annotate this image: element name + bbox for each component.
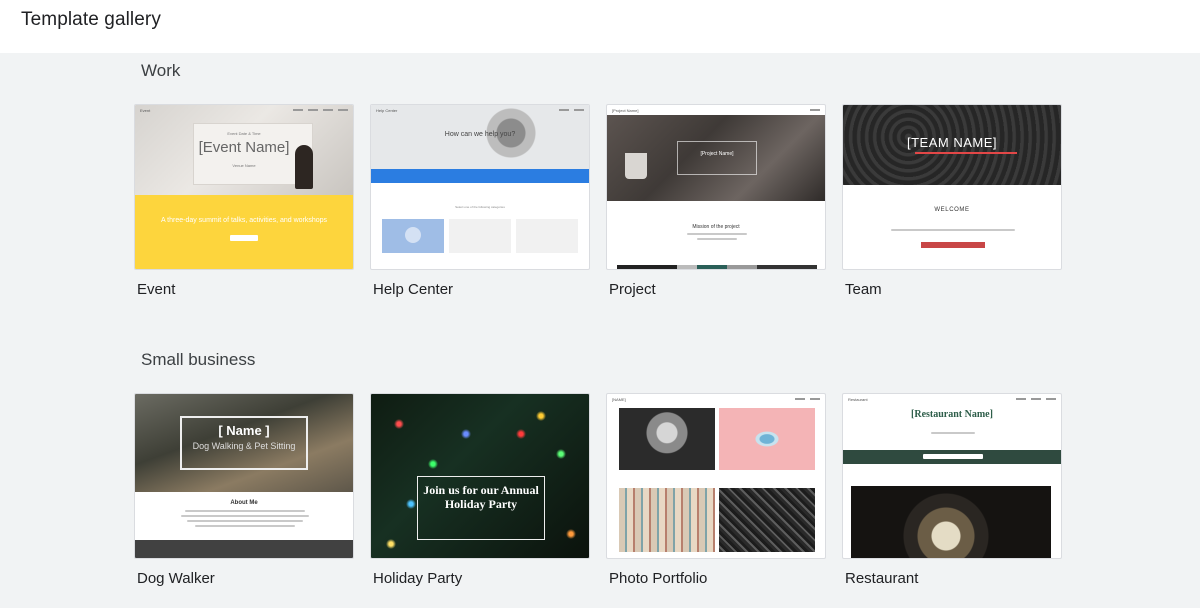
template-thumbnail-photo-portfolio[interactable]: [NAME] bbox=[606, 393, 826, 559]
preview-button bbox=[230, 235, 258, 241]
preview-about: About Me bbox=[230, 500, 258, 506]
template-thumbnail-team[interactable]: [TEAM NAME] WELCOME bbox=[842, 104, 1062, 270]
preview-button bbox=[921, 242, 985, 248]
section-title-work: Work bbox=[141, 61, 181, 80]
template-label: Photo Portfolio bbox=[609, 570, 708, 587]
template-label: Event bbox=[137, 281, 176, 298]
preview-photo bbox=[851, 486, 1051, 558]
template-card-restaurant[interactable]: Restaurant [Restaurant Name] Restaurant bbox=[842, 393, 1062, 587]
template-card-team[interactable]: [TEAM NAME] WELCOME Team bbox=[842, 104, 1062, 298]
template-label: Team bbox=[845, 281, 882, 298]
page-title: Template gallery bbox=[21, 9, 161, 30]
template-label: Dog Walker bbox=[137, 570, 215, 587]
preview-nav: [Project Name] bbox=[607, 105, 825, 115]
template-thumbnail-dog-walker[interactable]: [ Name ] Dog Walking & Pet Sitting About… bbox=[134, 393, 354, 559]
preview-welcome: WELCOME bbox=[934, 207, 970, 213]
preview-title: [Project Name] bbox=[700, 151, 734, 157]
preview-photo bbox=[619, 408, 715, 470]
preview-photo bbox=[719, 408, 815, 470]
template-thumbnail-restaurant[interactable]: Restaurant [Restaurant Name] bbox=[842, 393, 1062, 559]
preview-hero-text: How can we help you? bbox=[444, 131, 516, 138]
preview-photo bbox=[619, 488, 715, 552]
preview-title: [Restaurant Name] bbox=[911, 409, 993, 420]
preview-image-strip bbox=[617, 265, 817, 269]
preview-tile bbox=[516, 219, 578, 253]
preview-subtitle: Event Date & Time bbox=[227, 131, 261, 136]
template-thumbnail-event[interactable]: Event Event Date & Time [Event Name] Ven… bbox=[134, 104, 354, 270]
template-label: Restaurant bbox=[845, 570, 919, 587]
top-bar: Template gallery bbox=[0, 0, 1200, 53]
preview-subtitle: Dog Walking & Pet Sitting bbox=[192, 441, 296, 451]
preview-search-bar bbox=[371, 169, 589, 183]
template-thumbnail-holiday-party[interactable]: Join us for our Annual Holiday Party bbox=[370, 393, 590, 559]
template-card-event[interactable]: Event Event Date & Time [Event Name] Ven… bbox=[134, 104, 354, 298]
template-thumbnail-help-center[interactable]: Help Center How can we help you? Select … bbox=[370, 104, 590, 270]
preview-tile bbox=[449, 219, 511, 253]
preview-photo bbox=[719, 488, 815, 552]
template-thumbnail-project[interactable]: [Project Name] [Project Name] Mission of… bbox=[606, 104, 826, 270]
preview-nav: Restaurant bbox=[843, 394, 1061, 404]
preview-title: [TEAM NAME] bbox=[906, 135, 997, 150]
template-label: Help Center bbox=[373, 281, 454, 298]
template-card-dog-walker[interactable]: [ Name ] Dog Walking & Pet Sitting About… bbox=[134, 393, 354, 587]
preview-nav: [NAME] bbox=[607, 394, 825, 404]
template-card-project[interactable]: [Project Name] [Project Name] Mission of… bbox=[606, 104, 826, 298]
section-title-small-business: Small business bbox=[141, 350, 256, 369]
preview-mission: Mission of the project bbox=[692, 224, 740, 230]
preview-location: Venue Name bbox=[232, 163, 256, 168]
template-card-holiday-party[interactable]: Join us for our Annual Holiday Party Hol… bbox=[370, 393, 590, 587]
preview-title: [ Name ] bbox=[218, 423, 270, 438]
preview-title: Join us for our Annual Holiday Party bbox=[423, 483, 539, 511]
template-card-photo-portfolio[interactable]: [NAME] Photo Portfolio bbox=[606, 393, 826, 587]
preview-nav: Event bbox=[135, 105, 353, 115]
template-label: Project bbox=[609, 281, 656, 298]
preview-tagline: A three-day summit of talks, activities,… bbox=[160, 217, 328, 224]
template-card-help-center[interactable]: Help Center How can we help you? Select … bbox=[370, 104, 590, 298]
preview-title: [Event Name] bbox=[198, 139, 290, 156]
template-label: Holiday Party bbox=[373, 570, 463, 587]
preview-nav: Help Center bbox=[371, 105, 589, 115]
preview-tile bbox=[382, 219, 444, 253]
preview-body-text: Select one of the following categories bbox=[455, 205, 505, 209]
preview-footer bbox=[135, 540, 353, 558]
